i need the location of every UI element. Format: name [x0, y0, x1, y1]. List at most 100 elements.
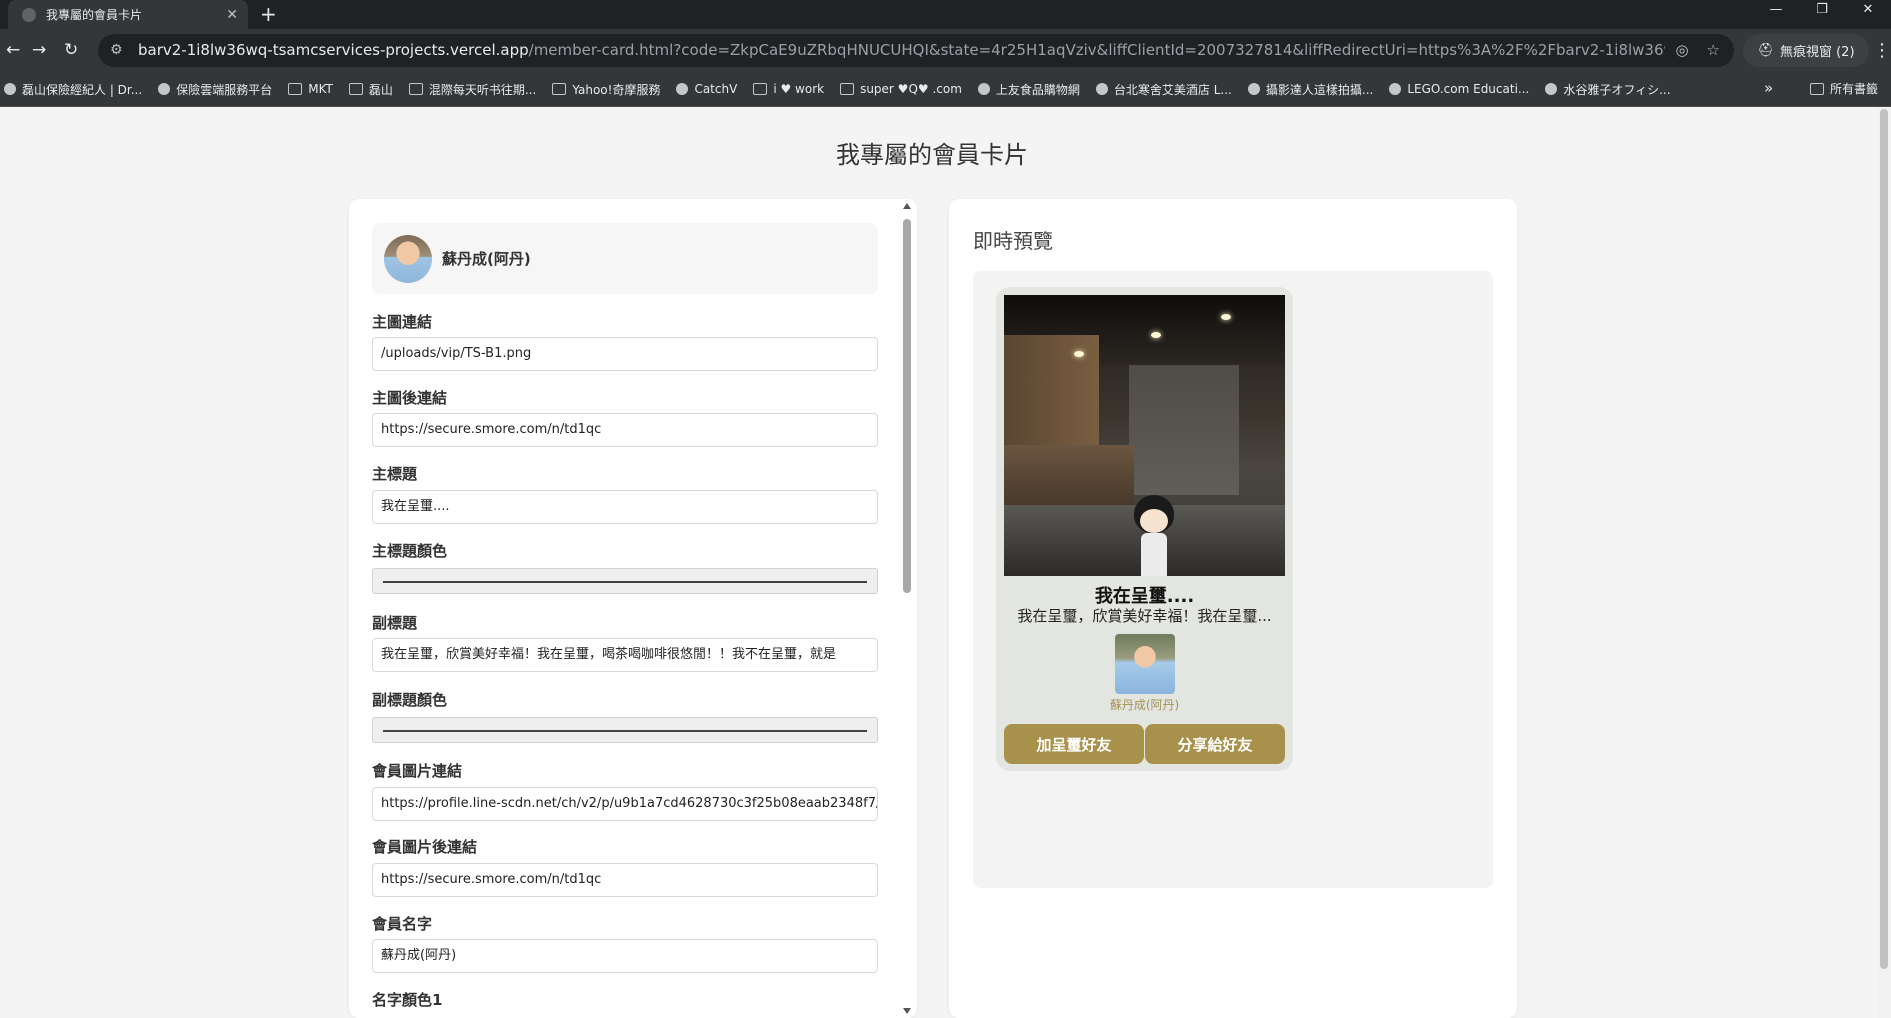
bookmark-label: 混際每天听书往期...	[428, 82, 537, 97]
preview-panel: 即時預覽 我在呈璽.... 我在呈璽，欣賞美好幸福！我在呈璽... 蘇丹成(阿丹…	[949, 199, 1517, 1018]
window-controls: — ❐ ✕	[1753, 0, 1891, 29]
eye-slash-icon[interactable]: ◎	[1675, 34, 1688, 67]
bookmark-item[interactable]: 上友食品購物網	[977, 81, 1080, 98]
ceiling-light	[1151, 332, 1161, 338]
address-bar-actions: ◎ ☆	[1665, 34, 1734, 67]
preview-area: 我在呈璽.... 我在呈璽，欣賞美好幸福！我在呈璽... 蘇丹成(阿丹) 加呈璽…	[973, 271, 1493, 888]
bookmark-label: 磊山	[368, 82, 393, 97]
profile-label: 無痕視窗 (2)	[1779, 45, 1855, 60]
url-host: barv2-1i8lw36wq-tsamcservices-projects.v…	[138, 41, 529, 59]
bookmark-label: CatchV	[694, 82, 738, 96]
avatar	[384, 234, 432, 283]
subtitle-color-picker[interactable]	[372, 717, 878, 743]
bookmark-item[interactable]: super ♥Q♥ .com	[840, 82, 962, 96]
bookmark-label: super ♥Q♥ .com	[860, 82, 962, 96]
color-swatch	[383, 730, 867, 732]
main-image-link-label: 主圖後連結	[372, 389, 448, 407]
bookmark-label: 水谷雅子オフィシ...	[1563, 82, 1671, 97]
member-name-input[interactable]: 蘇丹成(阿丹)	[372, 939, 878, 973]
globe-icon	[1247, 83, 1260, 95]
bookmark-item[interactable]: CatchV	[676, 82, 737, 96]
site-icon	[4, 83, 16, 95]
bookmarks-overflow-button[interactable]: »	[1764, 79, 1773, 97]
restore-button[interactable]: ❐	[1799, 0, 1845, 29]
bookmark-item[interactable]: MKT	[288, 82, 333, 96]
reload-icon[interactable]: ↻	[64, 39, 78, 61]
site-icon	[1095, 83, 1108, 95]
card-main-image[interactable]	[1004, 295, 1285, 576]
member-image-link-label: 會員圖片後連結	[372, 838, 478, 856]
member-image-url-input[interactable]: https://profile.line-scdn.net/ch/v2/p/u9…	[372, 787, 878, 821]
forward-icon[interactable]: →	[32, 39, 46, 61]
subtitle-input[interactable]: 我在呈璽，欣賞美好幸福！我在呈璽，喝茶喝咖啡很悠閒！！我不在呈璽，就是	[372, 638, 878, 672]
close-tab-icon[interactable]: ✕	[226, 7, 238, 23]
name-color-label: 名字顏色1	[372, 991, 443, 1009]
main-title-input[interactable]: 我在呈璽....	[372, 490, 878, 524]
share-to-friend-button[interactable]: 分享給好友	[1145, 724, 1285, 764]
bookmark-item[interactable]: Yahoo!奇摩服務	[552, 81, 660, 98]
bookmark-item[interactable]: 混際每天听书往期...	[408, 81, 537, 98]
folder-icon	[552, 83, 567, 95]
address-bar[interactable]: ⚙ barv2-1i8lw36wq-tsamcservices-projects…	[98, 34, 1734, 67]
character-face	[1140, 509, 1168, 533]
close-window-button[interactable]: ✕	[1845, 0, 1891, 29]
bookmark-label: i ♥ work	[773, 82, 825, 96]
browser-tab-bar: 我專屬的會員卡片 ✕ + — ❐ ✕	[0, 0, 1891, 29]
bookmark-label: Yahoo!奇摩服務	[572, 82, 661, 97]
bookmark-item[interactable]: 磊山保險經紀人 | Dr...	[4, 81, 142, 98]
bookmark-label: MKT	[308, 82, 333, 96]
member-card: 我在呈璽.... 我在呈璽，欣賞美好幸福！我在呈璽... 蘇丹成(阿丹) 加呈璽…	[996, 287, 1293, 771]
bookmark-item[interactable]: i ♥ work	[753, 82, 824, 96]
scroll-down-icon[interactable]	[903, 1008, 911, 1014]
main-image-link-input[interactable]: https://secure.smore.com/n/td1qc	[372, 413, 878, 447]
form-scrollbar[interactable]	[900, 201, 914, 1016]
card-subtitle: 我在呈璽，欣賞美好幸福！我在呈璽...	[1017, 607, 1272, 625]
bookmark-label: 台北寒舍艾美酒店 L...	[1113, 82, 1232, 97]
page-scroll-thumb[interactable]	[1880, 109, 1888, 969]
folder-icon	[348, 83, 363, 95]
main-title-color-picker[interactable]	[372, 568, 878, 594]
bookmark-item[interactable]: 保險雲端服務平台	[158, 81, 272, 98]
bookmark-item[interactable]: 水谷雅子オフィシ...	[1545, 81, 1671, 98]
new-tab-button[interactable]: +	[260, 2, 277, 26]
incognito-profile-button[interactable]: ⛑ 無痕視窗 (2)	[1743, 34, 1869, 67]
member-avatar[interactable]	[1115, 634, 1175, 694]
bookmark-item[interactable]: 台北寒舍艾美酒店 L...	[1095, 81, 1232, 98]
page-scrollbar[interactable]	[1877, 107, 1891, 1018]
star-icon[interactable]: ☆	[1707, 34, 1720, 67]
ceiling-light	[1074, 351, 1084, 357]
member-name: 蘇丹成(阿丹)	[1109, 698, 1180, 712]
add-friend-button[interactable]: 加呈璽好友	[1004, 724, 1144, 764]
bookmark-item[interactable]: 磊山	[348, 81, 393, 98]
folder-icon	[753, 83, 768, 95]
page-title: 我專屬的會員卡片	[836, 141, 1028, 169]
edit-form-panel: 蘇丹成(阿丹) 主圖連結 /uploads/vip/TS-B1.png 主圖後連…	[349, 199, 917, 1018]
character-body	[1141, 533, 1167, 576]
scroll-thumb[interactable]	[903, 219, 911, 593]
scroll-up-icon[interactable]	[903, 203, 911, 209]
main-image-url-input[interactable]: /uploads/vip/TS-B1.png	[372, 337, 878, 371]
browser-tab[interactable]: 我專屬的會員卡片 ✕	[8, 0, 248, 29]
bookmark-item[interactable]: LEGO.com Educati...	[1389, 82, 1529, 96]
color-swatch	[383, 581, 867, 583]
minimize-button[interactable]: —	[1753, 0, 1799, 29]
incognito-icon: ⛑	[1757, 43, 1774, 58]
folder-icon	[840, 83, 855, 95]
all-bookmarks-button[interactable]: 所有書籤	[1810, 80, 1878, 97]
back-icon[interactable]: ←	[6, 39, 20, 61]
user-profile-row: 蘇丹成(阿丹)	[372, 223, 878, 294]
doc-icon	[408, 83, 423, 95]
site-info-icon[interactable]: ⚙	[110, 34, 123, 67]
browser-toolbar: ← → ↻ ⚙ barv2-1i8lw36wq-tsamcservices-pr…	[0, 29, 1891, 72]
member-image-link-input[interactable]: https://secure.smore.com/n/td1qc	[372, 863, 878, 897]
menu-icon[interactable]: ⋮	[1873, 40, 1891, 61]
subtitle-label: 副標題	[372, 614, 418, 632]
bookmarks-bar: 磊山保險經紀人 | Dr... 保險雲端服務平台 MKT 磊山 混際每天听书往期…	[0, 72, 1891, 107]
room-back-wall	[1129, 365, 1239, 495]
main-title-color-label: 主標題顏色	[372, 542, 448, 560]
bookmark-item[interactable]: 攝影達人這樣拍攝...	[1247, 81, 1373, 98]
globe-icon	[676, 83, 689, 95]
site-icon	[1545, 83, 1558, 95]
bookmark-label: 保險雲端服務平台	[176, 82, 273, 97]
folder-icon	[288, 83, 303, 95]
